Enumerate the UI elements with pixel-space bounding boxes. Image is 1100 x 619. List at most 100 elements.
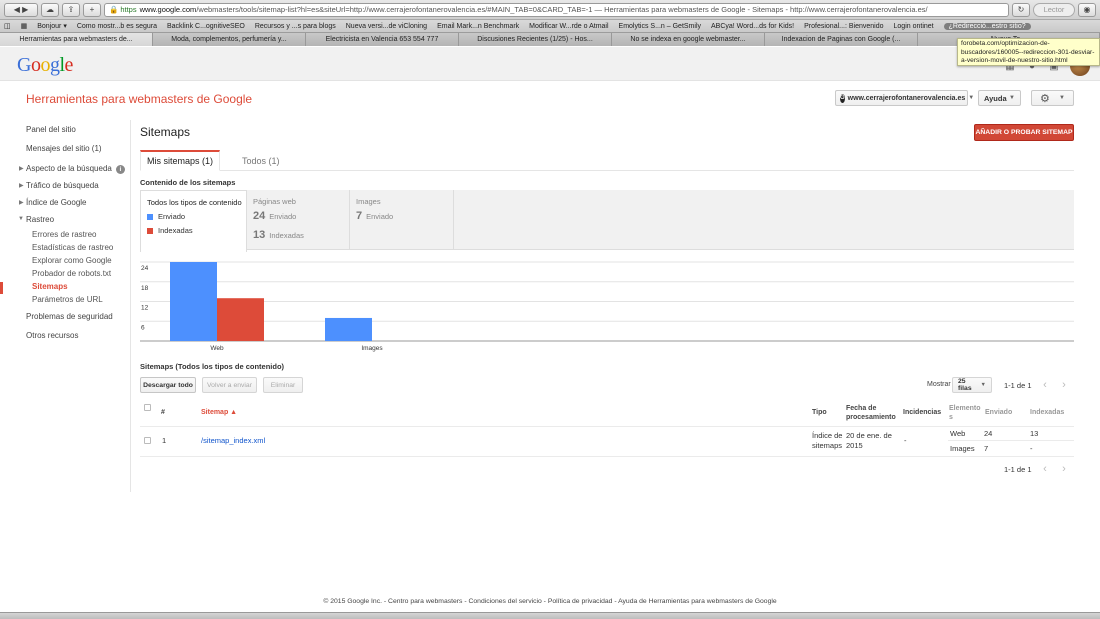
bookmark[interactable]: Emolytics S...n – GetSmily: [619, 23, 701, 30]
legend-indexed: Indexadas: [147, 226, 193, 235]
back-forward-buttons[interactable]: ◀ ▶: [4, 2, 38, 17]
bookmark[interactable]: Backlink C...ognitiveSEO: [167, 23, 245, 30]
legend-swatch: [147, 227, 153, 234]
bar-enviado-web: [170, 262, 217, 341]
chevron-down-icon: ▼: [968, 95, 975, 101]
sitemaps-table: # Sitemap ▲ Tipo Fecha de procesamiento …: [140, 399, 1074, 457]
sitemap-tabs: Mis sitemaps (1) Todos (1): [140, 150, 1074, 171]
bookmark[interactable]: Modificar W...rde o Atmail: [529, 23, 608, 30]
sidebar-item-security-issues[interactable]: Problemas de seguridad: [26, 312, 113, 321]
col-header-date[interactable]: Fecha de procesamiento: [846, 405, 898, 422]
browser-tab[interactable]: Discusiones Recientes (1/25) - Hos...: [459, 33, 612, 46]
settings-button[interactable]: ⚙ ▼: [1031, 90, 1074, 106]
col-header-type[interactable]: Tipo: [812, 409, 827, 418]
row-checkbox[interactable]: [144, 437, 151, 444]
chevron-right-icon[interactable]: ▶: [19, 182, 24, 189]
browser-tab[interactable]: No se indexa en google webmaster...: [612, 33, 765, 46]
bookmark[interactable]: Como mostr...b es segura: [77, 23, 157, 30]
sidebar-item-label: Aspecto de la búsqueda: [26, 164, 112, 173]
rows-option: 25 filas: [958, 378, 972, 392]
chevron-down-icon: ▼: [1059, 95, 1065, 101]
help-button[interactable]: Ayuda ▼: [978, 90, 1021, 106]
bookmark[interactable]: Bonjour ▾: [37, 22, 67, 30]
stat-label: Enviado: [366, 212, 394, 221]
resend-button[interactable]: Volver a enviar: [202, 377, 257, 393]
card-title: Images: [356, 197, 381, 206]
sidebar-item-sitemaps[interactable]: Sitemaps: [32, 282, 68, 291]
site-selector[interactable]: G www.cerrajerofontanerovalencia.es ▼: [835, 90, 974, 106]
sidebar-item-url-parameters[interactable]: Parámetros de URL: [32, 295, 103, 304]
row-element-images-indexed: -: [1030, 444, 1033, 453]
url-scheme: https: [120, 5, 137, 14]
chevron-right-icon[interactable]: ▶: [19, 199, 24, 206]
sidebar-item-search-appearance[interactable]: Aspecto de la búsqueda i: [26, 164, 125, 174]
sidebar-item-crawl-stats[interactable]: Estadísticas de rastreo: [32, 243, 113, 252]
bookmark[interactable]: Email Mark...n Benchmark: [437, 23, 519, 30]
sidebar-item-google-index[interactable]: Índice de Google: [26, 198, 87, 207]
sidebar-item-crawl[interactable]: Rastreo: [26, 215, 54, 224]
next-page-icon[interactable]: ›: [1055, 377, 1073, 392]
card-images[interactable]: Images 7 Enviado: [350, 190, 454, 250]
sidebar-item-crawl-errors[interactable]: Errores de rastreo: [32, 230, 96, 239]
add-test-sitemap-button[interactable]: AÑADIR O PROBAR SITEMAP: [974, 124, 1074, 141]
chevron-down-icon[interactable]: ▼: [18, 216, 24, 222]
stat-web-indexed: 13 Indexadas: [253, 229, 304, 241]
stat-web-sent: 24 Enviado: [253, 210, 296, 222]
rows-per-page-select[interactable]: 25 filas ▼: [952, 377, 992, 393]
bookmarks-bar: ◫ ▦ Bonjour ▾ Como mostr...b es segura B…: [0, 20, 1100, 33]
row-element-images-sent: 7: [984, 444, 989, 453]
bookmark[interactable]: Recursos y ...s para blogs: [255, 23, 336, 30]
next-page-icon[interactable]: ›: [1055, 461, 1073, 476]
delete-button[interactable]: Eliminar: [263, 377, 303, 393]
chevron-down-icon: ▼: [980, 382, 986, 388]
browser-tab[interactable]: Moda, complementos, perfumería y...: [153, 33, 306, 46]
new-tab-icon[interactable]: +: [83, 2, 101, 17]
sidebar-item-dashboard[interactable]: Panel del sitio: [26, 125, 76, 134]
chevron-right-icon[interactable]: ▶: [19, 165, 24, 172]
prev-page-icon[interactable]: ‹: [1036, 461, 1054, 476]
sidebar-item-search-traffic[interactable]: Tráfico de búsqueda: [26, 181, 99, 190]
col-header-issues[interactable]: Incidencias: [903, 409, 941, 418]
url-bar[interactable]: 🔒 https www.google.com /webmasters/tools…: [104, 2, 1009, 17]
browser-tab[interactable]: Electricista en Valencia 653 554 777: [306, 33, 459, 46]
bookmark[interactable]: ABCya! Word...ds for Kids!: [711, 23, 794, 30]
select-all-checkbox[interactable]: [144, 404, 151, 411]
browser-tab-active[interactable]: Herramientas para webmasters de...: [0, 33, 153, 46]
sitemap-link[interactable]: /sitemap_index.xml: [201, 436, 265, 446]
tab-my-sitemaps[interactable]: Mis sitemaps (1): [140, 150, 221, 171]
share-icon[interactable]: ⇪: [62, 2, 80, 17]
info-icon[interactable]: i: [115, 165, 125, 174]
col-header-sitemap[interactable]: Sitemap ▲: [201, 409, 237, 418]
bookmark-hovered[interactable]: ¿Redirecció...estro sitio?: [943, 22, 1031, 30]
reading-list-icon[interactable]: ◫: [4, 22, 11, 30]
sidebar-item-other-resources[interactable]: Otros recursos: [26, 331, 78, 340]
downloads-icon[interactable]: ◉: [1078, 2, 1096, 17]
lock-icon: 🔒: [109, 5, 119, 14]
col-header-sent: Enviado: [985, 409, 1013, 416]
chevron-down-icon: ▼: [1009, 95, 1015, 101]
status-bar: [0, 612, 1100, 619]
stat-images-sent: 7 Enviado: [356, 210, 393, 222]
gear-icon: ⚙: [1040, 92, 1050, 105]
download-all-button[interactable]: Descargar todo: [140, 377, 196, 393]
sidebar-item-robots-tester[interactable]: Probador de robots.txt: [32, 269, 111, 278]
icloud-icon[interactable]: ☁: [41, 2, 59, 17]
card-web-pages[interactable]: Páginas web 24 Enviado 13 Indexadas: [247, 190, 350, 250]
bookmark[interactable]: Nueva versi...de viCloning: [346, 23, 427, 30]
bookmark[interactable]: Login ontinet: [894, 23, 934, 30]
active-indicator: [0, 282, 3, 294]
reload-icon[interactable]: ↻: [1012, 2, 1030, 17]
browser-tab[interactable]: Indexacion de Paginas con Google (...: [765, 33, 918, 46]
card-all-content[interactable]: Todos los tipos de contenido Enviado Ind…: [140, 190, 247, 252]
stat-label: Enviado: [269, 212, 297, 221]
google-logo[interactable]: Google: [17, 54, 73, 77]
bookmark[interactable]: Profesional...: Bienvenido: [804, 23, 883, 30]
reader-button[interactable]: Lector: [1033, 2, 1075, 17]
prev-page-icon[interactable]: ‹: [1036, 377, 1054, 392]
card-title: Páginas web: [253, 197, 296, 206]
sidebar-item-messages[interactable]: Mensajes del sitio (1): [26, 144, 102, 153]
app-title[interactable]: Herramientas para webmasters de Google: [26, 92, 252, 106]
top-sites-icon[interactable]: ▦: [21, 22, 28, 30]
sidebar-item-fetch-as-google[interactable]: Explorar como Google: [32, 256, 112, 265]
tab-all[interactable]: Todos (1): [236, 150, 286, 171]
